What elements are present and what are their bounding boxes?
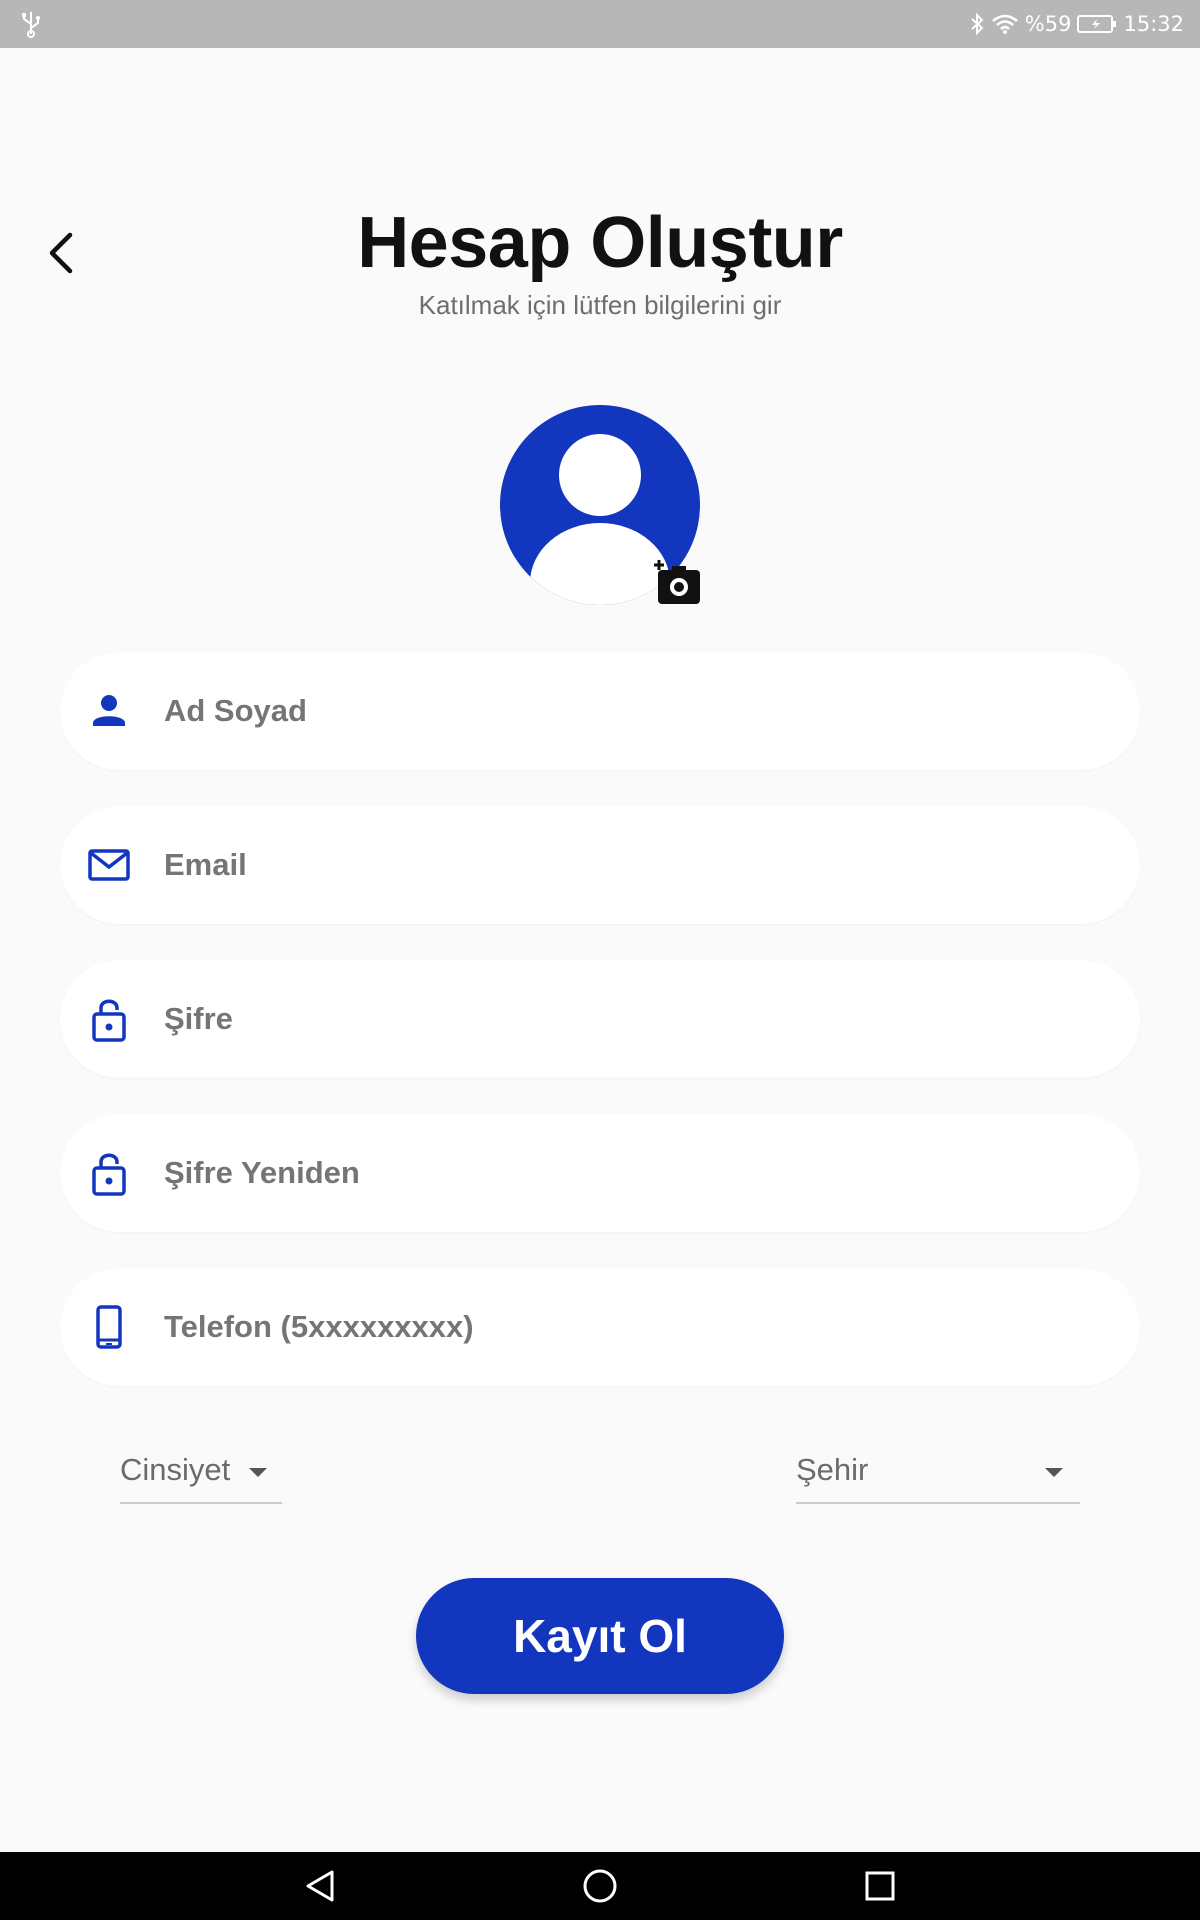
- name-input[interactable]: [164, 652, 1104, 770]
- back-triangle-icon[interactable]: [300, 1866, 340, 1906]
- status-time: 15:32: [1123, 12, 1184, 36]
- battery-icon: [1077, 15, 1117, 33]
- city-dropdown-label: Şehir: [796, 1452, 869, 1487]
- mail-icon: [88, 849, 130, 881]
- email-field[interactable]: [60, 806, 1140, 924]
- gender-dropdown[interactable]: Cinsiyet: [120, 1442, 282, 1504]
- status-bar: %59 15:32: [0, 0, 1200, 48]
- person-icon: [93, 695, 125, 726]
- password-field[interactable]: [60, 960, 1140, 1078]
- home-circle-icon[interactable]: [580, 1866, 620, 1906]
- phone-icon: [96, 1305, 122, 1349]
- add-photo-icon[interactable]: [652, 560, 702, 606]
- chevron-down-icon: [249, 1468, 267, 1477]
- city-dropdown[interactable]: Şehir: [796, 1442, 1080, 1504]
- page-subtitle: Katılmak için lütfen bilgilerini gir: [418, 290, 782, 320]
- password-confirm-field[interactable]: [60, 1114, 1140, 1232]
- usb-icon: [22, 12, 40, 38]
- phone-input[interactable]: [164, 1268, 1104, 1386]
- bluetooth-icon: [971, 12, 984, 36]
- battery-percent: %59: [1024, 12, 1072, 36]
- password-input[interactable]: [164, 960, 1104, 1078]
- recents-square-icon[interactable]: [860, 1866, 900, 1906]
- page-title: Hesap Oluştur: [357, 203, 843, 283]
- lock-icon: [92, 1153, 126, 1196]
- email-input[interactable]: [164, 806, 1104, 924]
- password-confirm-input[interactable]: [164, 1114, 1104, 1232]
- lock-icon: [92, 999, 126, 1042]
- register-button[interactable]: Kayıt Ol: [416, 1578, 784, 1694]
- navigation-bar: [0, 1852, 1200, 1920]
- gender-dropdown-label: Cinsiyet: [120, 1452, 231, 1487]
- phone-field[interactable]: [60, 1268, 1140, 1386]
- wifi-icon: [991, 14, 1018, 34]
- chevron-down-icon: [1045, 1468, 1063, 1477]
- name-field[interactable]: [60, 652, 1140, 770]
